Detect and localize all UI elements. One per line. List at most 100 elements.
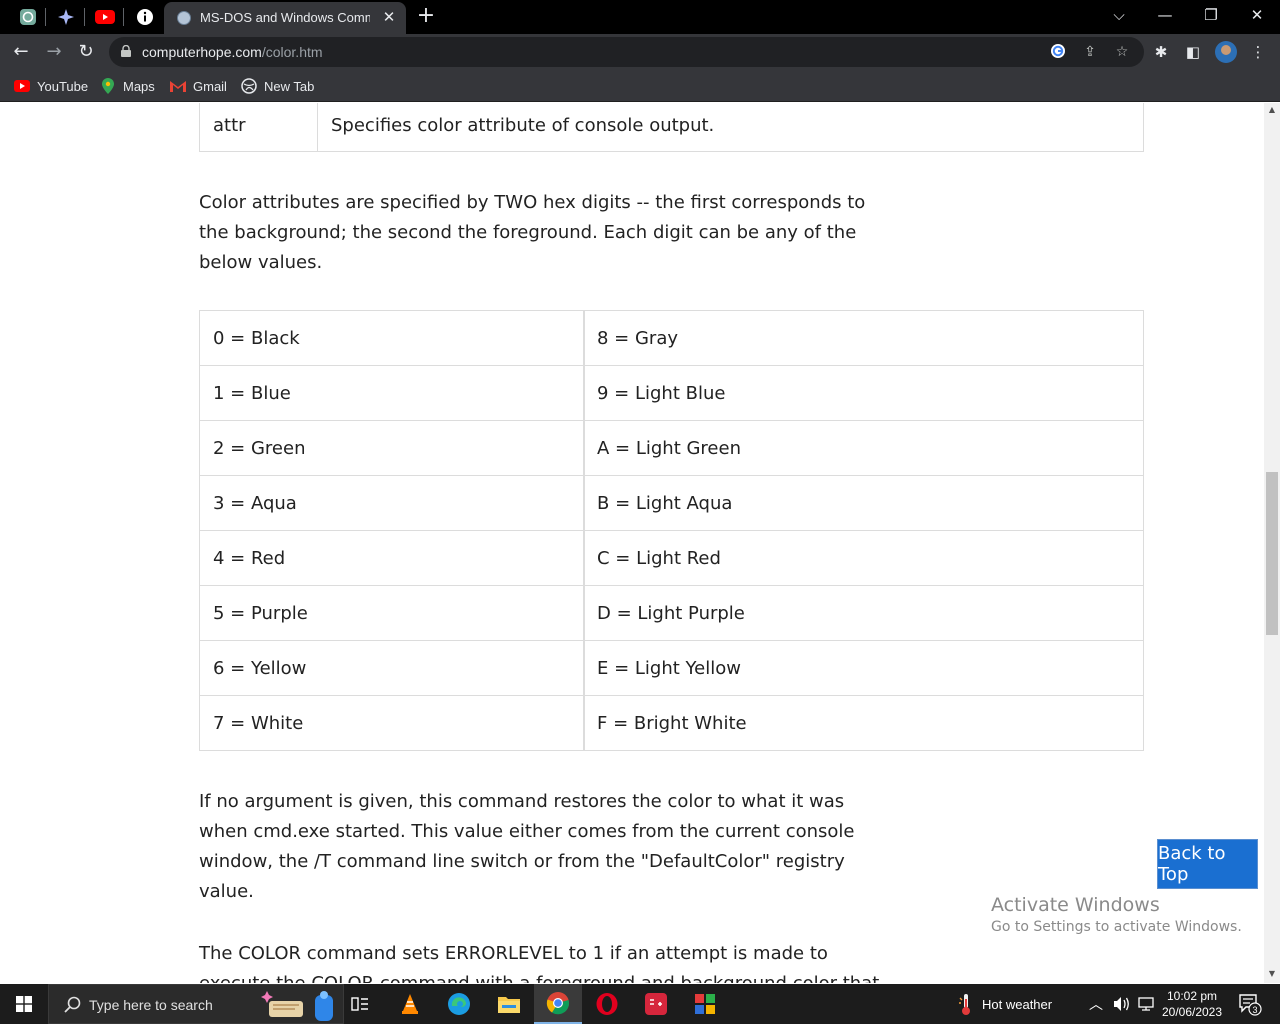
bookmark-maps[interactable]: Maps [100, 76, 155, 96]
bookmark-new-tab[interactable]: New Tab [241, 76, 314, 96]
tab-title: MS-DOS and Windows Command [200, 10, 370, 25]
search-icon [64, 996, 81, 1013]
restore-icon[interactable]: ❐ [1197, 4, 1225, 26]
url-text: computerhope.com/color.htm [142, 44, 323, 60]
windows-taskbar: Type here to search Hot weather ︿ 10:02 … [0, 984, 1280, 1024]
color-value-cell-left: 7 = White [199, 695, 585, 751]
vlc-icon[interactable] [386, 984, 434, 1024]
color-value-text: F = Bright White [597, 712, 747, 734]
bookmark-gmail[interactable]: Gmail [170, 76, 227, 96]
pinned-tab-youtube[interactable] [94, 6, 116, 28]
page-scrollbar[interactable]: ▲ ▼ [1264, 103, 1280, 983]
activate-windows-title: Activate Windows [991, 894, 1160, 916]
maps-pin-icon [100, 78, 116, 94]
task-view-icon[interactable] [336, 984, 384, 1024]
notification-center-icon[interactable]: 3 [1238, 984, 1262, 1024]
color-value-cell-left: 1 = Blue [199, 365, 585, 421]
taskbar-search-box[interactable]: Type here to search [48, 984, 344, 1024]
profile-avatar[interactable] [1215, 41, 1237, 63]
forward-arrow-icon[interactable]: → [42, 40, 66, 64]
back-to-top-button[interactable]: Back to Top [1157, 839, 1258, 889]
color-value-cell-left: 6 = Yellow [199, 640, 585, 696]
taskbar-clock[interactable]: 10:02 pm 20/06/2023 [1156, 988, 1228, 1020]
activate-windows-subtitle: Go to Settings to activate Windows. [991, 919, 1242, 935]
default-color-paragraph: If no argument is given, this command re… [199, 791, 855, 902]
pinned-tab-chatgpt[interactable] [17, 6, 39, 28]
weather-widget[interactable]: Hot weather [958, 984, 1052, 1024]
color-value-text: E = Light Yellow [597, 657, 741, 679]
reload-icon[interactable]: ↻ [74, 40, 98, 64]
side-panel-icon[interactable]: ◧ [1183, 42, 1203, 62]
color-value-text: B = Light Aqua [597, 492, 733, 514]
clock-date: 20/06/2023 [1161, 1005, 1223, 1019]
computerhope-favicon-icon [177, 11, 191, 25]
color-value-text: 3 = Aqua [213, 492, 297, 514]
minimize-icon[interactable]: — [1151, 4, 1179, 26]
tab-strip: MS-DOS and Windows Command ✕ + ⌵ — ❐ ✕ [0, 0, 1280, 34]
color-value-cell-left: 4 = Red [199, 530, 585, 586]
bookmarks-bar: YouTube Maps Gmail New Tab [0, 70, 1280, 102]
search-highlight-illustration-icon [261, 991, 333, 1021]
bookmark-label: Maps [123, 78, 155, 94]
dev-cpp-icon[interactable] [632, 984, 680, 1024]
kebab-menu-icon[interactable]: ⋮ [1248, 42, 1268, 62]
google-lens-icon[interactable] [1049, 43, 1067, 61]
file-explorer-icon[interactable] [485, 984, 533, 1024]
sparkle-icon [58, 9, 74, 25]
bookmark-label: Gmail [193, 78, 227, 94]
errorlevel-paragraph: The COLOR command sets ERRORLEVEL to 1 i… [199, 943, 879, 983]
param-name: attr [213, 114, 246, 136]
color-value-text: 7 = White [213, 712, 304, 734]
opera-icon[interactable] [583, 984, 631, 1024]
back-arrow-icon[interactable]: ← [9, 40, 33, 64]
close-tab-icon[interactable]: ✕ [380, 8, 398, 26]
color-value-text: D = Light Purple [597, 602, 745, 624]
tab-separator [45, 8, 46, 26]
pinned-tab-sparkle[interactable] [55, 6, 77, 28]
show-hidden-icons-chevron-icon[interactable]: ︿ [1089, 984, 1103, 1024]
url-domain: computerhope.com [142, 44, 262, 60]
color-value-cell-left: 5 = Purple [199, 585, 585, 641]
winrar-icon[interactable] [681, 984, 729, 1024]
color-value-text: 0 = Black [213, 327, 300, 349]
bookmark-star-icon[interactable]: ☆ [1113, 43, 1131, 61]
volume-icon[interactable] [1113, 984, 1131, 1024]
thermometer-icon [959, 994, 970, 1015]
tab-separator [84, 8, 85, 26]
notification-count-badge: 3 [1252, 1005, 1257, 1015]
start-button[interactable] [0, 984, 48, 1024]
color-value-text: 6 = Yellow [213, 657, 307, 679]
color-value-cell-right: 9 = Light Blue [583, 365, 1144, 421]
new-tab-button[interactable]: + [416, 5, 436, 27]
color-value-text: 4 = Red [213, 547, 286, 569]
color-value-cell-left: 3 = Aqua [199, 475, 585, 531]
share-icon[interactable]: ⇪ [1081, 43, 1099, 61]
windows-logo-icon [16, 996, 32, 1012]
param-name-cell: attr [199, 103, 318, 152]
weather-text: Hot weather [982, 996, 1053, 1012]
color-value-cell-right: E = Light Yellow [583, 640, 1144, 696]
scrollbar-thumb[interactable] [1266, 472, 1278, 635]
lock-icon [121, 45, 131, 57]
address-bar[interactable]: computerhope.com/color.htm ⇪ ☆ [109, 37, 1144, 67]
tab-search-chevron-icon[interactable]: ⌵ [1105, 4, 1133, 26]
globe-icon [241, 78, 257, 94]
active-tab[interactable]: MS-DOS and Windows Command ✕ [164, 2, 406, 34]
edge-browser-icon[interactable] [435, 984, 483, 1024]
pinned-tab-info[interactable] [134, 6, 156, 28]
bookmark-youtube[interactable]: YouTube [14, 76, 88, 96]
intro-paragraph: Color attributes are specified by TWO he… [199, 192, 866, 273]
color-value-cell-right: F = Bright White [583, 695, 1144, 751]
close-window-icon[interactable]: ✕ [1243, 4, 1271, 26]
extensions-puzzle-icon[interactable]: ✱ [1151, 42, 1171, 62]
color-value-text: 2 = Green [213, 437, 306, 459]
activate-windows-watermark: Activate Windows Go to Settings to activ… [991, 894, 1242, 935]
network-icon[interactable] [1138, 984, 1154, 1024]
color-value-cell-right: B = Light Aqua [583, 475, 1144, 531]
search-placeholder: Type here to search [89, 997, 213, 1013]
color-value-cell-right: D = Light Purple [583, 585, 1144, 641]
scroll-down-arrow-icon[interactable]: ▼ [1264, 967, 1280, 981]
chrome-taskbar-icon[interactable] [534, 984, 582, 1024]
scroll-up-arrow-icon[interactable]: ▲ [1264, 103, 1280, 117]
clock-time: 10:02 pm [1166, 989, 1218, 1003]
